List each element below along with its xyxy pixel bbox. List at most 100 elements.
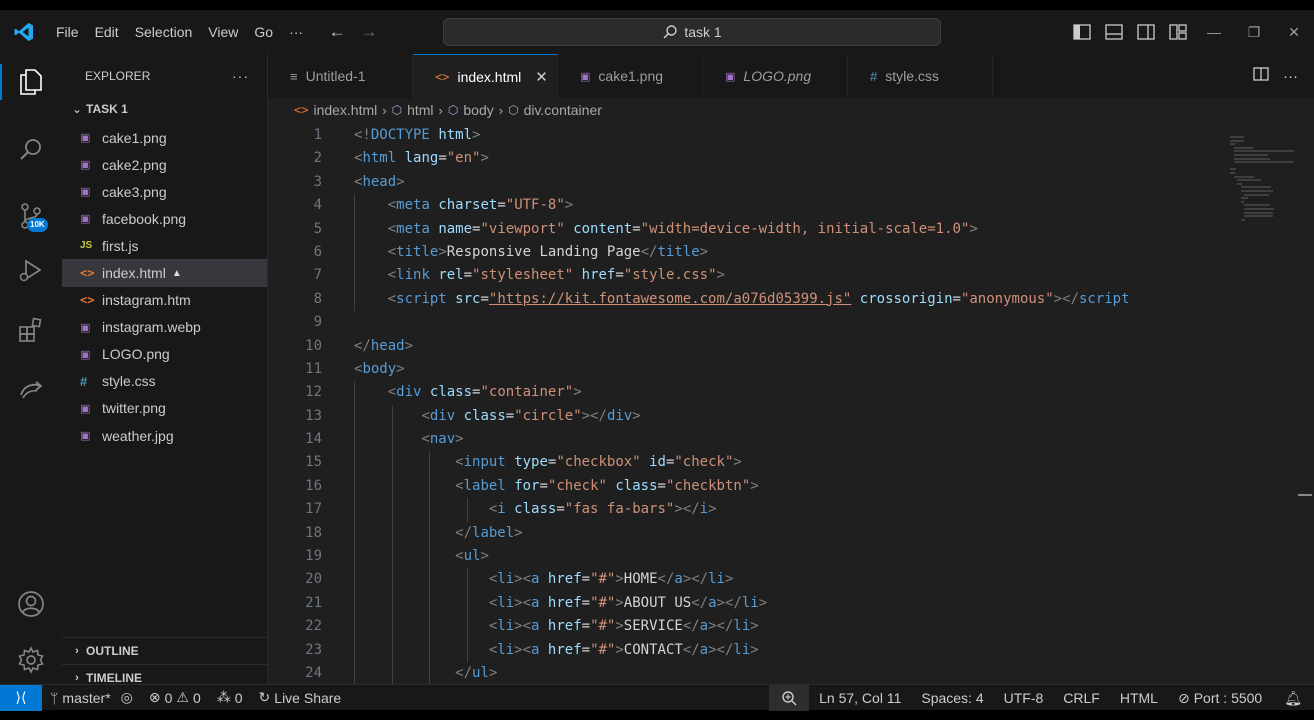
code-line[interactable]: 12 <div class="container"> [268,381,1220,405]
breadcrumb-file[interactable]: index.html [313,102,377,118]
tab-index-html[interactable]: <> index.html ✕ [413,54,558,98]
menu-selection[interactable]: Selection [127,10,201,54]
menu-more[interactable]: ··· [281,10,311,54]
code-line[interactable]: 24 </ul> [268,661,1220,684]
menu-file[interactable]: File [48,10,87,54]
restore-icon[interactable]: ❐ [1234,24,1274,41]
accounts-icon[interactable] [0,580,62,628]
code-line[interactable]: 8 <script src="https://kit.fontawesome.c… [268,287,1220,312]
command-center-search[interactable]: task 1 [443,18,941,46]
file-item[interactable]: ▣ cake3.png [62,178,267,205]
code-line[interactable]: 2 <html lang="en"> [268,147,1220,170]
toggle-secondary-sidebar-icon[interactable] [1130,24,1162,40]
code-line[interactable]: 19 <ul> [268,545,1220,569]
code-line[interactable]: 16 <label for="check" class="checkbtn"> [268,474,1220,499]
explorer-more-actions-icon[interactable]: ··· [232,68,249,84]
customize-layout-icon[interactable] [1162,24,1194,40]
file-item-selected[interactable]: <> index.html ▲ [62,259,267,287]
settings-gear-icon[interactable] [0,636,62,684]
tab-style-css[interactable]: # style.css [848,54,993,98]
indentation[interactable]: Spaces: 4 [911,690,993,706]
code-line[interactable]: 3 <head> [268,171,1220,194]
breadcrumb-body[interactable]: body [463,102,493,118]
notifications-bell-icon[interactable]: 🔔︎ [1272,690,1314,707]
forward-arrow-icon[interactable]: → [357,22,381,42]
more-actions-icon[interactable]: ··· [1283,68,1298,85]
code-line[interactable]: 20 <li><a href="#">HOME</a></li> [268,568,1220,592]
menu-edit[interactable]: Edit [87,10,127,54]
extensions-icon[interactable] [0,306,62,354]
ports-status[interactable]: ⁂ 0 [209,689,251,706]
file-name: instagram.htm [102,292,191,309]
close-tab-icon[interactable]: ✕ [535,68,548,86]
code-line[interactable]: 14 <nav> [268,428,1220,452]
code-line[interactable]: 22 <li><a href="#">SERVICE</a></li> [268,615,1220,639]
tab-untitled-1[interactable]: ≡ Untitled-1 [268,54,413,98]
language-mode[interactable]: HTML [1110,690,1168,706]
tab-label: Untitled-1 [305,68,366,84]
tab-cake1-png[interactable]: ▣ cake1.png [558,54,703,98]
breadcrumb-html[interactable]: html [407,102,433,118]
tab-logo-png[interactable]: ▣ LOGO.png [703,54,848,98]
code-line[interactable]: 6 <title>Responsive Landing Page</title> [268,240,1220,265]
code-text: <li><a href="#">CONTACT</a></li> [488,641,759,658]
minimize-icon[interactable]: — [1194,24,1234,40]
outline-section[interactable]: › OUTLINE [62,637,268,664]
live-server-port[interactable]: ⊘ Port : 5500 [1168,690,1272,707]
source-control-icon[interactable]: 10K [0,192,62,240]
code-line[interactable]: 13 <div class="circle"></div> [268,404,1220,429]
code-line[interactable]: 15 <input type="checkbox" id="check"> [268,451,1220,475]
zoom-icon[interactable] [769,685,810,711]
search-icon [663,25,678,39]
file-item[interactable]: JS first.js [62,232,267,259]
minimap-line [1240,190,1274,192]
code-line[interactable]: 21 <li><a href="#">ABOUT US</a></li> [268,591,1220,616]
code-text: <script src="https://kit.fontawesome.com… [387,290,1130,307]
toggle-primary-sidebar-icon[interactable] [1066,24,1098,40]
folder-task1[interactable]: ⌄ TASK 1 [62,98,267,120]
code-line[interactable]: 9 [268,311,1220,334]
code-line[interactable]: 17 <i class="fas fa-bars"></i> [268,498,1220,522]
close-window-icon[interactable]: ✕ [1274,24,1314,41]
remote-explorer-icon[interactable] [0,366,62,414]
file-item[interactable]: ▣ LOGO.png [62,341,267,368]
end-of-line[interactable]: CRLF [1053,690,1110,706]
file-item[interactable]: # style.css [62,368,267,395]
minimap[interactable] [1222,124,1314,684]
code-line[interactable]: 4 <meta charset="UTF-8"> [268,194,1220,218]
encoding[interactable]: UTF-8 [994,690,1054,706]
remote-indicator-icon[interactable]: ⟩⟨ [0,684,42,711]
file-item[interactable]: ▣ instagram.webp [62,314,267,341]
problems-status[interactable]: ⊗ 0 ⚠ 0 [141,689,209,706]
minimap-line [1237,182,1242,185]
live-share-icon: ↻ [258,689,271,705]
explorer-icon[interactable] [0,58,62,106]
file-item[interactable]: ▣ weather.jpg [62,422,267,449]
search-icon[interactable] [0,126,62,174]
live-share-status[interactable]: ↻ Live Share [251,689,350,706]
minimap-line [1233,146,1254,149]
breadcrumb-div-container[interactable]: div.container [524,102,602,118]
code-line[interactable]: 23 <li><a href="#">CONTACT</a></li> [268,638,1220,662]
file-item[interactable]: ▣ twitter.png [62,395,267,422]
code-text: <div class="circle"></div> [421,407,641,424]
code-line[interactable]: 11 <body> [268,358,1220,381]
menu-go[interactable]: Go [246,10,281,54]
code-line[interactable]: 7 <link rel="stylesheet" href="style.css… [268,264,1220,288]
file-item[interactable]: ▣ cake2.png [62,151,267,178]
back-arrow-icon[interactable]: ← [325,22,349,42]
code-editor[interactable]: 1 <!DOCTYPE html> 2 <html lang="en"> 3 <head>… [268,124,1220,684]
split-editor-icon[interactable] [1253,66,1269,86]
run-debug-icon[interactable] [0,246,62,294]
menu-view[interactable]: View [200,10,246,54]
code-line[interactable]: 10 </head> [268,335,1220,358]
code-line[interactable]: 1 <!DOCTYPE html> [268,124,1220,147]
branch-status[interactable]: ᛘ master* ◎ [42,689,141,706]
code-line[interactable]: 18 </label> [268,521,1220,546]
file-item[interactable]: ▣ cake1.png [62,124,267,151]
file-item[interactable]: ▣ facebook.png [62,205,267,232]
code-line[interactable]: 5 <meta name="viewport" content="width=d… [268,217,1220,241]
cursor-position[interactable]: Ln 57, Col 11 [809,690,911,706]
file-item[interactable]: <> instagram.htm [62,287,267,314]
toggle-panel-icon[interactable] [1098,24,1130,40]
